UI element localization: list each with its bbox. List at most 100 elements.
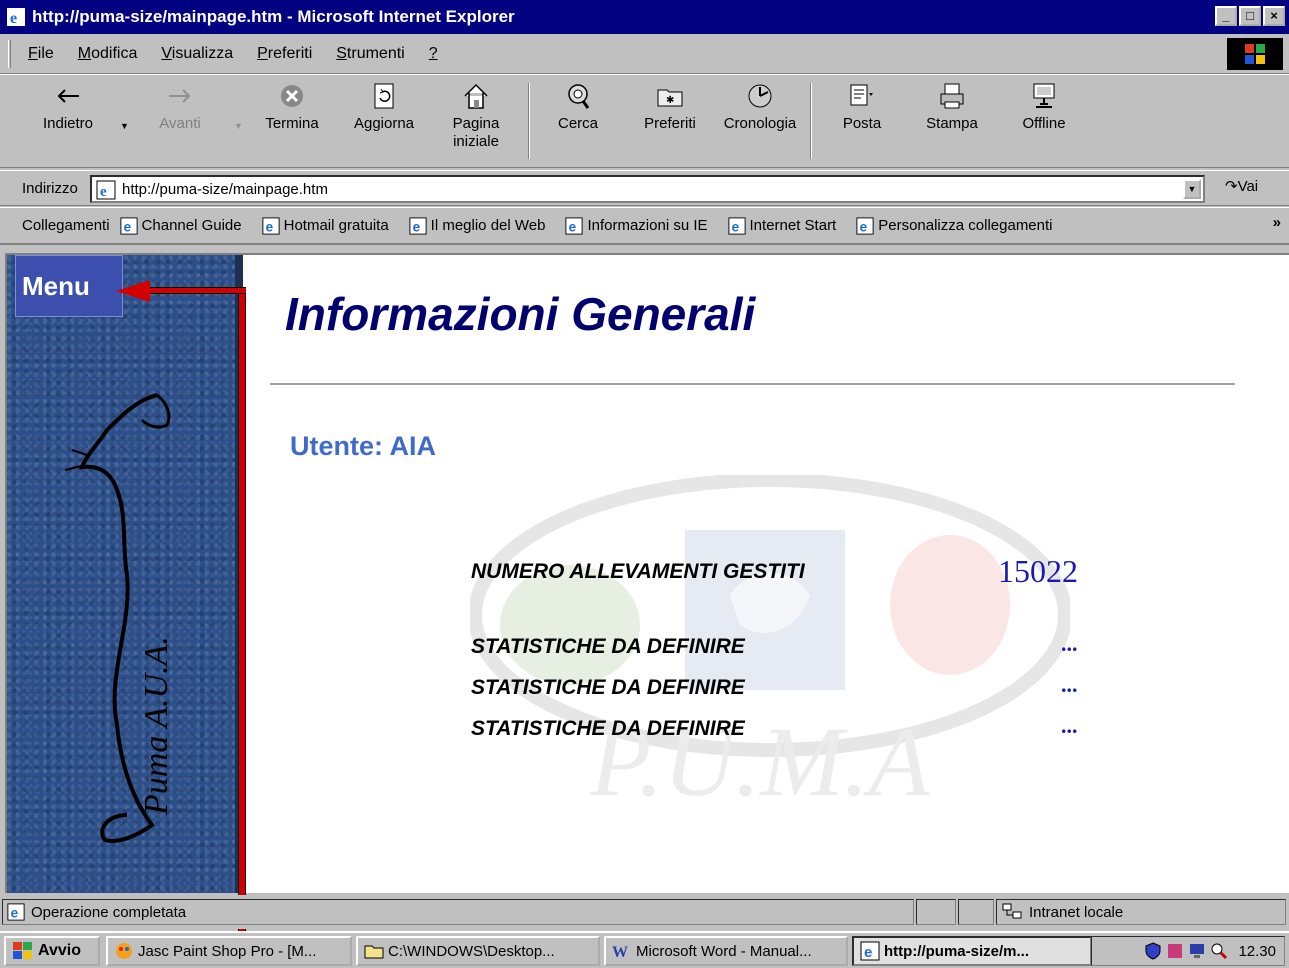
- link-customize[interactable]: e Personalizza collegamenti: [856, 216, 1053, 235]
- svg-text:e: e: [11, 905, 19, 920]
- menu-bar: File Modifica Visualizza Preferiti Strum…: [0, 34, 1289, 74]
- ie-page-icon: e: [727, 216, 746, 235]
- tray-app-icon[interactable]: [1166, 942, 1184, 960]
- task-desktop-folder[interactable]: C:\WINDOWS\Desktop...: [356, 936, 600, 966]
- home-icon: [464, 83, 488, 109]
- link-channel-guide[interactable]: e Channel Guide: [119, 216, 242, 235]
- print-button[interactable]: Stampa: [908, 81, 996, 133]
- menubar-grip: [8, 40, 11, 68]
- start-label: Avvio: [38, 942, 81, 959]
- annotation-arrow-stem: [238, 287, 246, 968]
- status-zone-cell: Intranet locale: [996, 899, 1286, 925]
- back-button[interactable]: Indietro: [24, 81, 112, 133]
- stat-value: ...: [1061, 631, 1078, 656]
- svg-text:e: e: [412, 219, 420, 234]
- menu-preferiti[interactable]: Preferiti: [245, 45, 324, 63]
- link-label: Personalizza collegamenti: [878, 217, 1053, 234]
- address-dropdown-icon[interactable]: ▼: [1183, 179, 1201, 199]
- refresh-label: Aggiorna: [353, 115, 415, 132]
- ie-page-icon: e: [409, 216, 427, 235]
- mail-label: Posta: [842, 115, 882, 132]
- history-button[interactable]: Cronologia: [716, 81, 804, 133]
- stat-label: NUMERO ALLEVAMENTI GESTITI: [471, 560, 805, 583]
- clock: 12.30: [1238, 942, 1276, 960]
- monitor-icon[interactable]: [1188, 942, 1206, 960]
- link-internet-start[interactable]: e Internet Start: [727, 216, 836, 235]
- menu-button[interactable]: Menu: [15, 255, 123, 317]
- window-title-bar[interactable]: e http://puma-size/mainpage.htm - Micros…: [0, 0, 1289, 34]
- task-ie-active[interactable]: e http://puma-size/m...: [852, 936, 1092, 966]
- menu-strumenti-label: trumenti: [346, 44, 405, 62]
- print-icon: [940, 83, 964, 109]
- status-text: Operazione completata: [31, 903, 187, 921]
- svg-text:e: e: [569, 219, 577, 234]
- link-best-of-web[interactable]: e Il meglio del Web: [409, 216, 546, 235]
- stop-button[interactable]: Termina: [248, 81, 336, 133]
- sidebar-frame: Puma A.U.A.: [7, 255, 243, 893]
- refresh-button[interactable]: Aggiorna: [340, 81, 428, 133]
- address-url: http://puma-size/mainpage.htm: [122, 180, 328, 198]
- address-bar: Indirizzo e http://puma-size/mainpage.ht…: [0, 170, 1289, 206]
- links-more-button[interactable]: »: [1273, 214, 1281, 231]
- mail-button[interactable]: Posta: [818, 81, 906, 133]
- back-arrow-icon: [57, 89, 79, 103]
- toolbar-separator: [810, 83, 812, 159]
- links-bar: Collegamenti e Channel Guide e Hotmail gra…: [0, 207, 1289, 245]
- back-dropdown-icon[interactable]: ▼: [120, 121, 129, 131]
- user-label: Utente: AIA: [290, 431, 436, 461]
- offline-label: Offline: [1022, 115, 1066, 132]
- menu-file-label: ile: [37, 44, 54, 62]
- menu-modifica[interactable]: Modifica: [66, 45, 150, 63]
- favorites-button[interactable]: ✱ Preferiti: [626, 81, 714, 133]
- go-button[interactable]: ↷Vai: [1225, 177, 1258, 195]
- svg-text:e: e: [100, 184, 107, 200]
- svg-text:e: e: [864, 944, 872, 961]
- forward-label: Avanti: [159, 115, 201, 132]
- forward-button[interactable]: Avanti: [136, 81, 224, 133]
- start-button[interactable]: Avvio: [4, 936, 100, 966]
- search-label: Cerca: [557, 115, 598, 132]
- status-bar: e Operazione completata Intranet locale: [0, 895, 1289, 929]
- favorites-icon: ✱: [657, 89, 683, 107]
- magnifier-icon[interactable]: [1210, 942, 1228, 960]
- annotation-arrow-head-icon: [116, 280, 150, 302]
- paint-shop-icon: [116, 943, 132, 959]
- stat-label: STATISTICHE DA DEFINIRE: [471, 676, 745, 699]
- menu-strumenti[interactable]: Strumenti: [324, 45, 416, 63]
- back-label: Indietro: [42, 115, 94, 132]
- stop-label: Termina: [265, 115, 319, 132]
- menu-preferiti-accel: P: [257, 44, 268, 62]
- link-ie-info[interactable]: e Informazioni su IE: [565, 216, 708, 235]
- menu-help-accel: ?: [428, 44, 438, 62]
- task-label: Microsoft Word - Manual...: [636, 942, 812, 960]
- task-paintshop[interactable]: Jasc Paint Shop Pro - [M...: [106, 936, 352, 966]
- forward-dropdown-icon[interactable]: ▼: [234, 121, 243, 131]
- minimize-button[interactable]: _: [1215, 6, 1237, 26]
- offline-button[interactable]: Offline: [1000, 81, 1088, 133]
- ie-page-icon: e: [96, 180, 116, 200]
- system-tray: 12.30: [1091, 936, 1285, 966]
- maximize-button[interactable]: □: [1239, 6, 1261, 26]
- stat-label: STATISTICHE DA DEFINIRE: [471, 717, 745, 740]
- close-button[interactable]: ×: [1263, 6, 1285, 26]
- menu-file[interactable]: File: [16, 45, 66, 63]
- stop-icon: [281, 85, 303, 107]
- search-button[interactable]: Cerca: [534, 81, 622, 133]
- svg-text:e: e: [860, 219, 868, 234]
- link-label: Il meglio del Web: [430, 217, 546, 234]
- menu-help[interactable]: ?: [417, 45, 450, 63]
- status-text-cell: e Operazione completata: [2, 899, 914, 925]
- antivirus-shield-icon[interactable]: [1144, 942, 1162, 960]
- home-button[interactable]: Pagina iniziale: [432, 81, 520, 151]
- link-hotmail[interactable]: e Hotmail gratuita: [262, 216, 389, 235]
- menu-modifica-accel: M: [77, 44, 92, 62]
- svg-text:e: e: [731, 219, 739, 234]
- link-label: Hotmail gratuita: [283, 217, 389, 234]
- menu-visualizza[interactable]: Visualizza: [149, 45, 245, 63]
- offline-icon: [1033, 83, 1055, 108]
- task-word[interactable]: W Microsoft Word - Manual...: [604, 936, 848, 966]
- address-input[interactable]: e http://puma-size/mainpage.htm ▼: [90, 175, 1205, 203]
- menu-preferiti-label: referiti: [267, 44, 313, 62]
- address-label: Indirizzo: [22, 179, 78, 197]
- word-icon: W: [612, 944, 628, 960]
